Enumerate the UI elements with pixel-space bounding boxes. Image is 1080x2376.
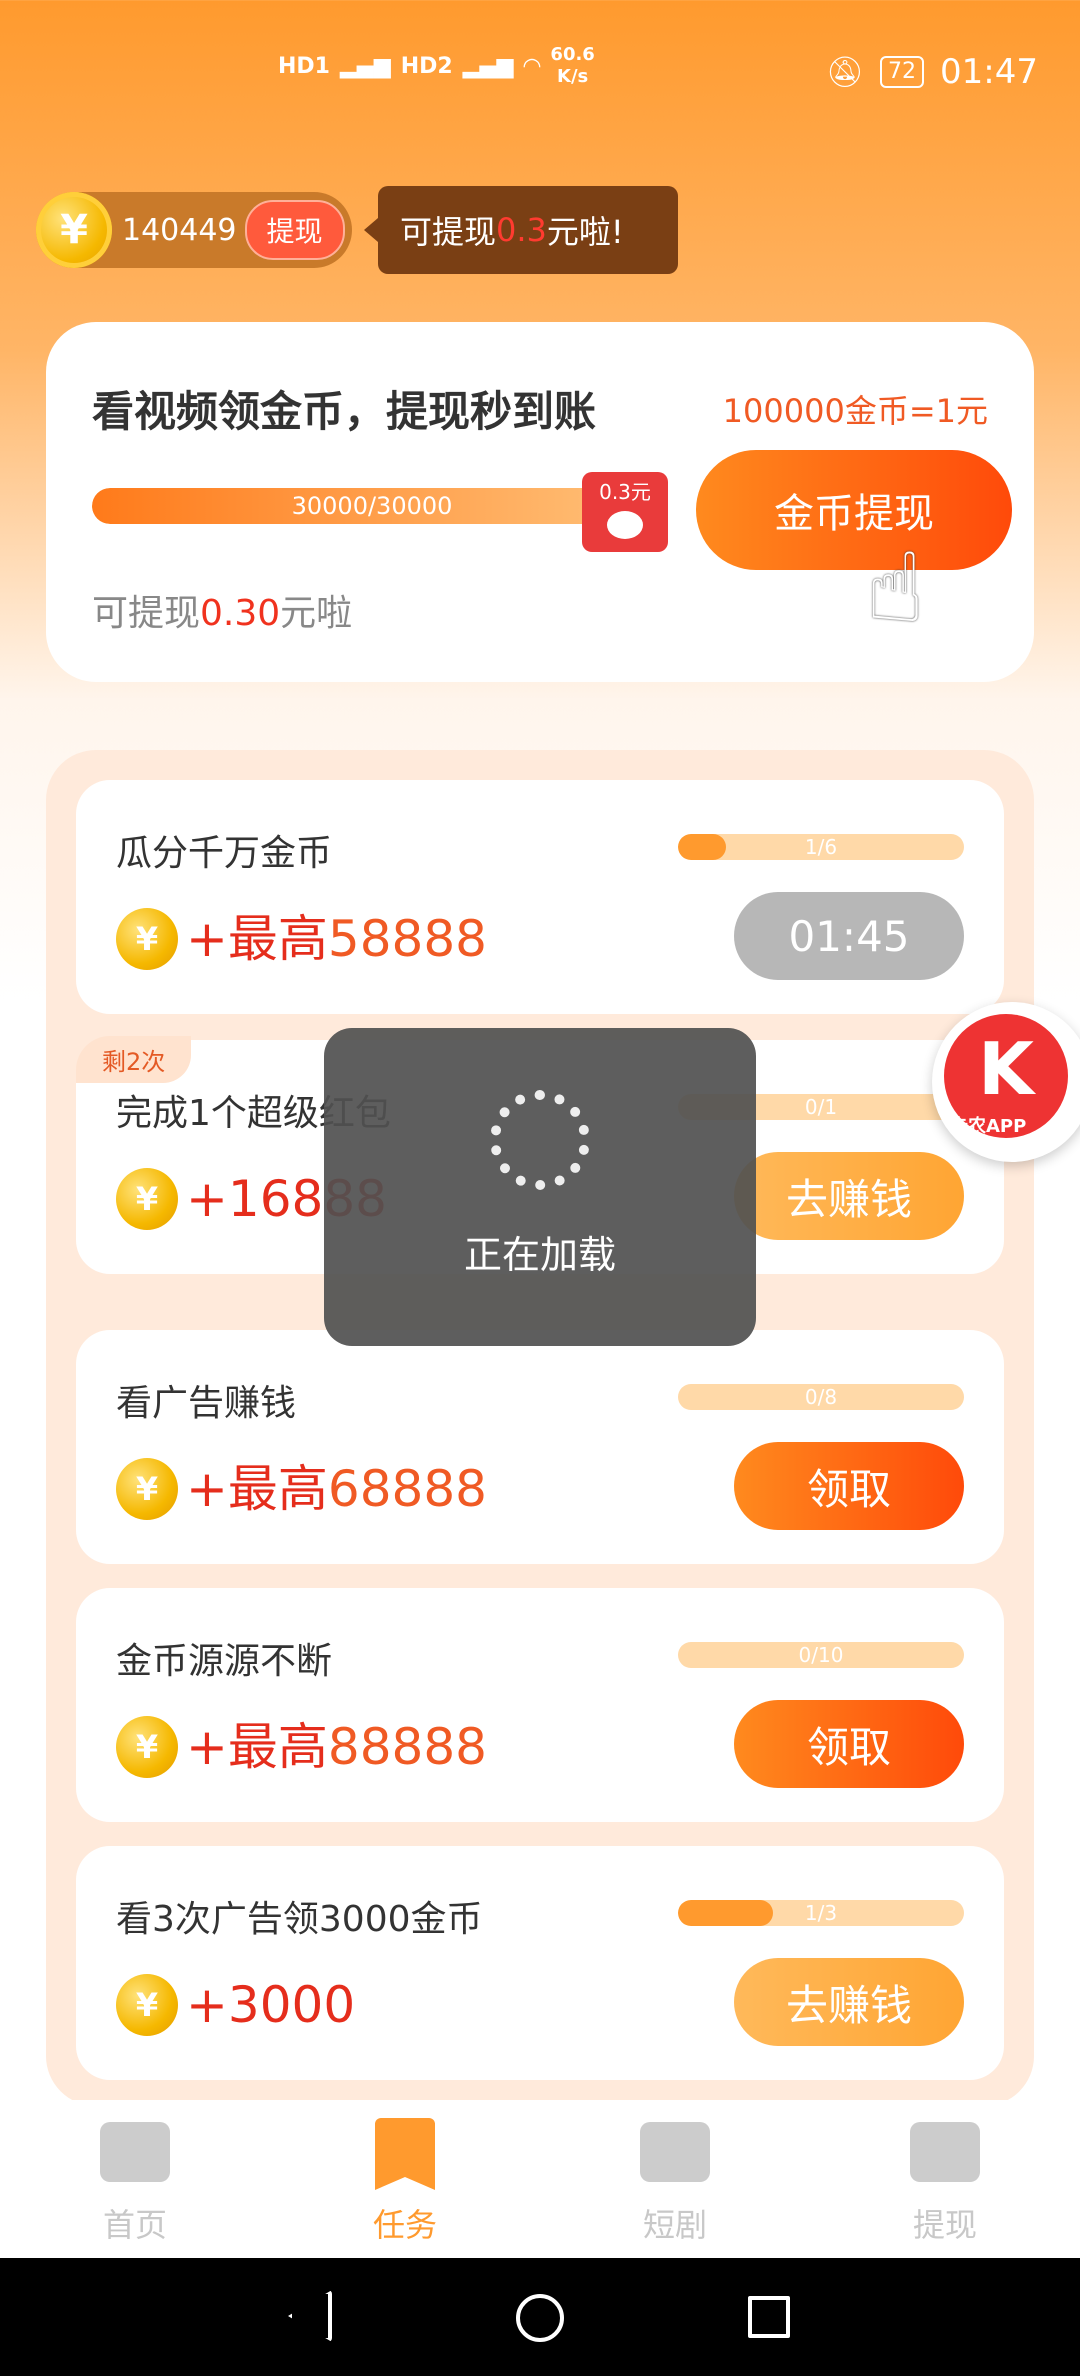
coin-balance-pill[interactable]: ¥ 140449 提现 [36,192,352,268]
wallet-icon [910,2122,980,2182]
task-progress: 0/10 [678,1642,964,1668]
signal-icon-2: ▂▄▆ [462,53,514,79]
task-progress: 1/6 [678,834,964,860]
task-title: 看广告赚钱 [116,1383,297,1424]
remaining-tag: 剩2次 [76,1036,192,1083]
red-packet-icon: 0.3元 [582,472,668,552]
withdraw-card-title: 看视频领金币，提现秒到账 [92,387,597,436]
withdraw-progress-text: 30000/30000 [291,492,453,520]
loading-toast: 正在加载 [324,1028,756,1346]
home-icon[interactable] [516,2294,564,2342]
signal-indicators: HD1 ▂▄▆ HD2 ▂▄▆ ◠ 60.6 K/s [278,44,595,88]
net-speed: 60.6 K/s [550,44,595,87]
task-title: 瓜分千万金币 [116,833,333,874]
exchange-rate: 100000金币=1元 [722,392,988,430]
wechat-icon [607,511,643,539]
bottom-nav: 首页 任务 短剧 提现 [0,2100,1080,2258]
task-card: 看3次广告领3000金币 1/3 ¥ +3000 去赚钱 [76,1846,1004,2080]
coin-icon: ¥ [116,1458,178,1520]
mute-icon: 🔕︎ [825,54,865,90]
bookmark-star-icon [375,2118,435,2190]
nav-tasks[interactable]: 任务 [270,2100,540,2258]
back-icon[interactable] [288,2290,332,2342]
sim-label-2: HD2 [400,53,453,79]
floating-app-logo[interactable]: K 卡农APP [932,1002,1080,1162]
task-progress: 0/8 [678,1384,964,1410]
task-title: 金币源源不断 [116,1641,333,1682]
pointing-hand-icon: ☝ [866,532,925,644]
recent-apps-icon[interactable] [748,2296,790,2338]
coin-icon: ¥ [116,1168,178,1230]
earn-money-button[interactable]: 去赚钱 [734,1958,964,2046]
nav-label: 提现 [912,2206,977,2244]
play-screen-icon [640,2122,710,2182]
wifi-icon: ◠ [523,53,541,79]
task-title: 看3次广告领3000金币 [116,1899,483,1940]
task-reward: +最高58888 [186,910,487,968]
status-right: 🔕︎ 72 01:47 [826,52,1038,92]
coin-icon: ¥ [116,908,178,970]
task-card: 看广告赚钱 0/8 ¥ +最高68888 领取 [76,1330,1004,1564]
nav-label: 短剧 [642,2206,707,2244]
task-card: 瓜分千万金币 1/6 ¥ +最高58888 01:45 [76,780,1004,1014]
withdraw-tip-bubble: 可提现 0.3 元啦! [364,186,678,274]
task-reward: +最高88888 [186,1718,487,1776]
task-reward: +3000 [186,1976,356,2034]
loading-text: 正在加载 [463,1233,616,1277]
coin-icon: ¥ [36,192,112,268]
coin-icon: ¥ [116,1974,178,2036]
battery-indicator: 72 [880,56,925,88]
nav-withdraw[interactable]: 提现 [810,2100,1080,2258]
tasks-panel: 瓜分千万金币 1/6 ¥ +最高58888 01:45 剩2次 完成1个超级红包… [46,750,1034,2106]
tip-amount: 0.3 [496,211,547,249]
status-bar: HD1 ▂▄▆ HD2 ▂▄▆ ◠ 60.6 K/s 🔕︎ 72 01:47 [0,0,1080,150]
withdraw-available-text: 可提现0.30元啦 [92,593,353,634]
task-timer-button[interactable]: 01:45 [734,892,964,980]
spinner-icon [490,1090,590,1190]
system-nav-bar [0,2258,1080,2376]
nav-label: 首页 [102,2206,167,2244]
coin-count: 140449 [122,212,237,248]
clock: 01:47 [940,52,1038,92]
task-progress: 1/3 [678,1900,964,1926]
claim-button[interactable]: 领取 [734,1442,964,1530]
nav-home[interactable]: 首页 [0,2100,270,2258]
sim-label-1: HD1 [278,53,330,79]
withdraw-card: 看视频领金币，提现秒到账 100000金币=1元 30000/30000 0.3… [46,322,1034,682]
claim-button[interactable]: 领取 [734,1700,964,1788]
logo-caption: 卡农APP [950,1116,1027,1137]
signal-icon: ▂▄▆ [339,53,391,79]
video-camera-icon [100,2122,170,2182]
earn-money-button[interactable]: 去赚钱 [734,1152,964,1240]
task-card: 金币源源不断 0/10 ¥ +最高88888 领取 [76,1588,1004,1822]
task-reward: +最高68888 [186,1460,487,1518]
nav-short-drama[interactable]: 短剧 [540,2100,810,2258]
withdraw-small-button[interactable]: 提现 [244,200,345,260]
coin-icon: ¥ [116,1716,178,1778]
withdraw-progress-bar: 30000/30000 [92,488,652,524]
nav-label: 任务 [372,2206,437,2244]
